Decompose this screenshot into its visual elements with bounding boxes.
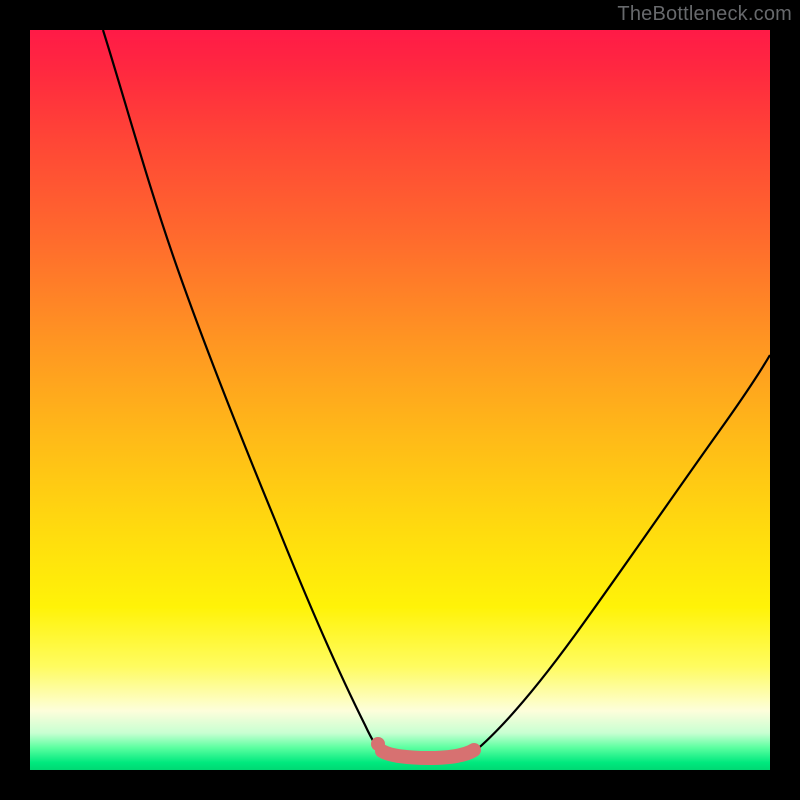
left-end-dot	[371, 737, 385, 751]
chart-svg	[30, 30, 770, 770]
chart-frame: TheBottleneck.com	[0, 0, 800, 800]
plot-area	[30, 30, 770, 770]
right-curve	[474, 355, 770, 752]
left-curve	[103, 30, 382, 752]
optimal-range-band	[382, 750, 474, 758]
watermark-text: TheBottleneck.com	[617, 3, 792, 26]
